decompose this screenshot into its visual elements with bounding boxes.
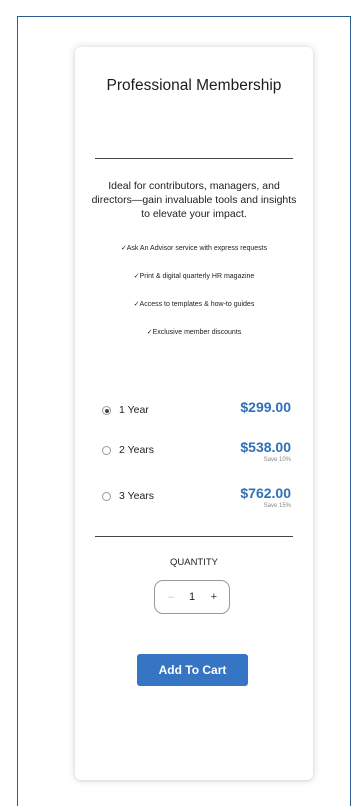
option-price: $538.00 (240, 439, 291, 455)
feature-item: ✓Print & digital quarterly HR magazine (133, 273, 255, 280)
option-3-years[interactable]: 3 Years $762.00 Save 15% (102, 485, 291, 530)
membership-card: Professional Membership Ideal for contri… (75, 47, 313, 780)
option-label: 2 Years (119, 444, 155, 456)
increment-button[interactable]: + (211, 581, 217, 613)
option-2-years[interactable]: 2 Years $538.00 Save 10% (102, 439, 291, 484)
option-label: 1 Year (119, 404, 149, 416)
radio-button[interactable] (102, 492, 111, 501)
feature-item: ✓Exclusive member discounts (146, 329, 242, 336)
option-1-year[interactable]: 1 Year $299.00 (102, 399, 291, 444)
option-savings: Save 10% (263, 457, 291, 463)
option-savings: Save 15% (263, 503, 291, 509)
feature-item: ✓Access to templates & how-to guides (133, 301, 255, 308)
feature-item: ✓Ask An Advisor service with express req… (120, 245, 268, 252)
add-to-cart-button[interactable]: Add To Cart (137, 654, 248, 686)
divider (95, 158, 293, 159)
divider (95, 536, 293, 537)
option-label: 3 Years (119, 490, 155, 502)
membership-description: Ideal for contributors, managers, and di… (91, 180, 297, 220)
quantity-label: QUANTITY (169, 557, 219, 568)
radio-button-checked[interactable] (102, 406, 111, 415)
option-price: $299.00 (240, 399, 291, 415)
membership-title: Professional Membership (106, 77, 282, 94)
radio-button[interactable] (102, 446, 111, 455)
quantity-value[interactable]: 1 (155, 581, 229, 613)
option-price: $762.00 (240, 485, 291, 501)
quantity-stepper: – 1 + (154, 580, 230, 614)
